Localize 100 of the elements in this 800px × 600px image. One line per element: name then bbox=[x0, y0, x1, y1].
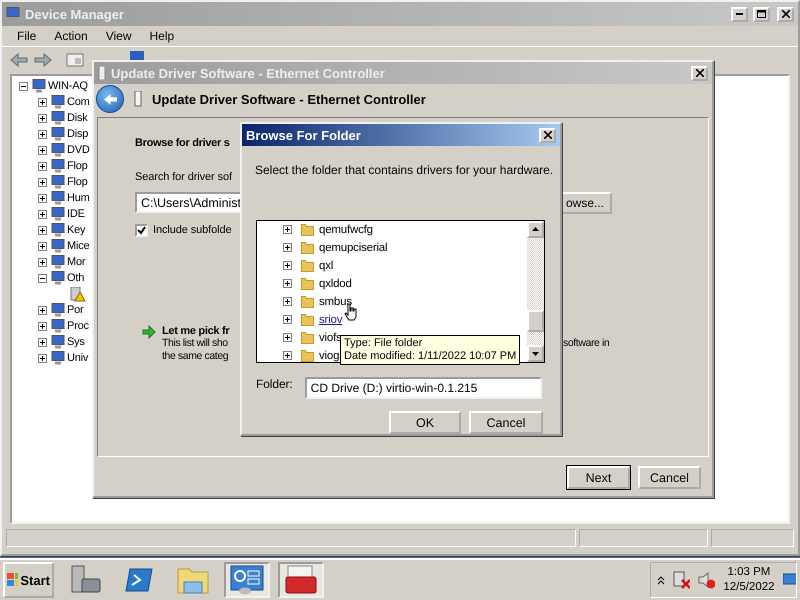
checkbox[interactable] bbox=[135, 224, 148, 237]
expand-toggle[interactable] bbox=[283, 297, 292, 306]
folder-item[interactable]: viog bbox=[319, 350, 340, 362]
scroll-down-button[interactable] bbox=[527, 345, 544, 362]
window-title: Device Manager bbox=[25, 6, 125, 22]
tree-item[interactable]: Hum bbox=[67, 192, 90, 204]
taskbar-button[interactable] bbox=[224, 562, 270, 598]
menu-item[interactable]: Help bbox=[140, 29, 184, 43]
folder-icon bbox=[301, 278, 314, 290]
tree-item[interactable]: Disp bbox=[67, 128, 88, 140]
expand-toggle[interactable] bbox=[38, 226, 47, 234]
scrollbar[interactable] bbox=[527, 220, 544, 362]
close-button[interactable] bbox=[777, 6, 794, 22]
close-button[interactable] bbox=[539, 128, 556, 142]
maximize-button[interactable] bbox=[753, 6, 770, 22]
window-icon[interactable] bbox=[66, 52, 84, 68]
tree-item[interactable]: Mor bbox=[67, 256, 86, 268]
expand-toggle[interactable] bbox=[38, 306, 47, 314]
expand-toggle[interactable] bbox=[38, 258, 47, 266]
folder-item[interactable]: qemufwcfg bbox=[319, 224, 373, 236]
tree-item[interactable]: Mice bbox=[67, 240, 90, 252]
cancel-button[interactable]: Cancel bbox=[469, 411, 543, 434]
expand-toggle[interactable] bbox=[38, 242, 47, 250]
folder-icon bbox=[301, 314, 314, 326]
expand-toggle[interactable] bbox=[38, 130, 47, 138]
folder-item[interactable]: qemupciserial bbox=[319, 242, 388, 254]
chevron-icon[interactable] bbox=[657, 575, 665, 585]
monitor-icon[interactable] bbox=[782, 573, 796, 587]
cancel-button[interactable]: Cancel bbox=[638, 466, 701, 489]
back-button[interactable] bbox=[96, 85, 124, 113]
device-icon bbox=[51, 175, 65, 189]
expand-toggle[interactable] bbox=[38, 194, 47, 202]
expand-toggle[interactable] bbox=[283, 243, 292, 252]
device-icon bbox=[51, 223, 65, 237]
checkbox-label: Include subfolde bbox=[153, 224, 232, 236]
folder-item[interactable]: sriov bbox=[319, 314, 342, 326]
tree-item[interactable]: IDE bbox=[67, 208, 85, 220]
expand-toggle[interactable] bbox=[38, 146, 47, 154]
start-button[interactable]: Start bbox=[3, 562, 54, 598]
expand-toggle[interactable] bbox=[38, 338, 47, 346]
network-icon[interactable] bbox=[672, 571, 690, 589]
minimize-button[interactable] bbox=[731, 6, 748, 22]
close-button[interactable] bbox=[691, 66, 708, 80]
expand-toggle[interactable] bbox=[38, 178, 47, 186]
back-arrow-icon[interactable] bbox=[10, 52, 28, 68]
tree-item[interactable]: Por bbox=[67, 304, 84, 316]
folder-label: Folder: bbox=[256, 377, 293, 391]
menu-item[interactable]: View bbox=[96, 29, 140, 43]
folder-field[interactable]: CD Drive (D:) virtio-win-0.1.215 bbox=[304, 377, 542, 399]
expand-toggle[interactable] bbox=[283, 351, 292, 360]
forward-arrow-icon[interactable] bbox=[34, 52, 52, 68]
card-icon bbox=[98, 66, 106, 80]
option-description: software in bbox=[563, 337, 610, 350]
device-icon bbox=[51, 335, 65, 349]
folder-item[interactable]: qxl bbox=[319, 260, 334, 272]
option-description: This list will sho bbox=[162, 337, 228, 350]
tree-item[interactable]: Disk bbox=[67, 112, 88, 124]
tree-item[interactable]: Oth bbox=[67, 272, 84, 284]
device-icon bbox=[51, 95, 65, 109]
menu-item[interactable]: File bbox=[8, 29, 46, 43]
tree-item[interactable]: Flop bbox=[67, 160, 88, 172]
tree-item[interactable]: Univ bbox=[67, 352, 88, 364]
expand-toggle[interactable] bbox=[38, 322, 47, 330]
expand-toggle[interactable] bbox=[38, 354, 47, 362]
tree-item[interactable]: Flop bbox=[67, 176, 88, 188]
folder-item[interactable]: smbus bbox=[319, 296, 352, 308]
expand-toggle[interactable] bbox=[283, 225, 292, 234]
expand-toggle[interactable] bbox=[38, 210, 47, 218]
expand-toggle[interactable] bbox=[283, 279, 292, 288]
scroll-up-button[interactable] bbox=[527, 220, 544, 238]
expand-toggle[interactable] bbox=[38, 98, 47, 106]
ok-button[interactable]: OK bbox=[389, 411, 461, 434]
taskbar-button[interactable] bbox=[278, 562, 324, 598]
expand-toggle[interactable] bbox=[283, 315, 292, 324]
tree-item[interactable]: Com bbox=[67, 96, 90, 108]
speaker-icon[interactable] bbox=[698, 571, 716, 589]
tree-item[interactable]: DVD bbox=[67, 144, 90, 156]
device-icon bbox=[51, 351, 65, 365]
expand-toggle[interactable] bbox=[283, 333, 292, 342]
next-button[interactable]: Next bbox=[567, 466, 630, 489]
expand-toggle[interactable] bbox=[283, 261, 292, 270]
tree-item[interactable]: Proc bbox=[67, 320, 89, 332]
expand-toggle[interactable] bbox=[38, 114, 47, 122]
tree-item[interactable]: WIN-AQ bbox=[48, 80, 88, 92]
scroll-thumb[interactable] bbox=[527, 310, 544, 332]
folder-item[interactable]: qxldod bbox=[319, 278, 352, 290]
expand-toggle[interactable] bbox=[19, 82, 28, 90]
folder-icon bbox=[301, 224, 314, 236]
tree-item[interactable]: Key bbox=[67, 224, 86, 236]
tree-item[interactable]: Sys bbox=[67, 336, 85, 348]
expand-toggle[interactable] bbox=[38, 162, 47, 170]
clock-date: 12/5/2022 bbox=[723, 580, 775, 595]
option-description: the same categ bbox=[162, 350, 228, 363]
folder-icon bbox=[301, 350, 314, 362]
expand-toggle[interactable] bbox=[38, 274, 47, 282]
close-icon bbox=[696, 69, 704, 77]
folder-icon bbox=[301, 296, 314, 308]
menu-item[interactable]: Action bbox=[45, 29, 97, 43]
dialog-prompt: Select the folder that contains drivers for your hardware. bbox=[254, 162, 554, 179]
up-arrow-icon bbox=[532, 227, 539, 232]
